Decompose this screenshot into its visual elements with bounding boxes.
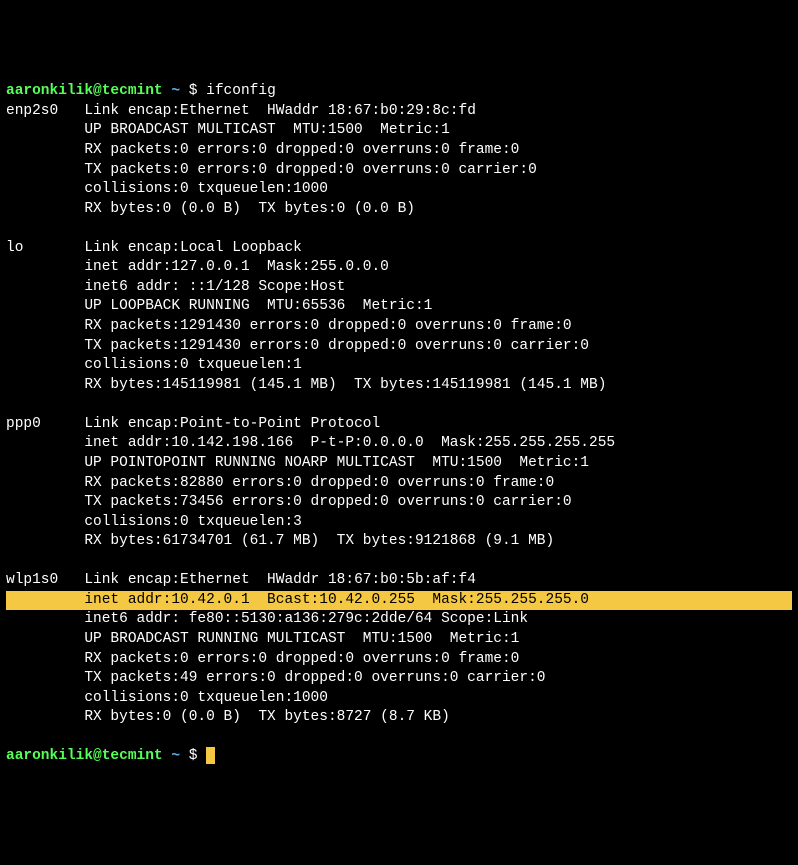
output-line: collisions:0 txqueuelen:3 [6, 513, 792, 533]
output-line: inet addr:127.0.0.1 Mask:255.0.0.0 [6, 258, 792, 278]
output-line: collisions:0 txqueuelen:1 [6, 356, 792, 376]
prompt-path: ~ [171, 748, 180, 764]
prompt-symbol: $ [189, 748, 198, 764]
interface-name: ppp0 [6, 416, 84, 432]
output-line: RX packets:82880 errors:0 dropped:0 over… [6, 474, 792, 494]
highlighted-line: inet addr:10.42.0.1 Bcast:10.42.0.255 Ma… [6, 591, 792, 611]
output-line: TX packets:0 errors:0 dropped:0 overruns… [6, 161, 792, 181]
prompt-path: ~ [171, 83, 180, 99]
cursor-icon [206, 747, 215, 764]
blank-line [6, 728, 792, 748]
prompt-user: aaronkilik@tecmint [6, 748, 163, 764]
blank-line [6, 552, 792, 572]
output-line: UP BROADCAST RUNNING MULTICAST MTU:1500 … [6, 630, 792, 650]
interface-name: enp2s0 [6, 103, 84, 119]
output-line: RX packets:1291430 errors:0 dropped:0 ov… [6, 317, 792, 337]
interface-name: wlp1s0 [6, 572, 84, 588]
output-line: RX bytes:61734701 (61.7 MB) TX bytes:912… [6, 532, 792, 552]
output-line: lo Link encap:Local Loopback [6, 239, 792, 259]
command-line: aaronkilik@tecmint ~ $ ifconfig [6, 82, 792, 102]
prompt-line[interactable]: aaronkilik@tecmint ~ $ [6, 747, 792, 767]
output-line: TX packets:73456 errors:0 dropped:0 over… [6, 493, 792, 513]
output-line: collisions:0 txqueuelen:1000 [6, 180, 792, 200]
output-line: TX packets:1291430 errors:0 dropped:0 ov… [6, 337, 792, 357]
output-line: wlp1s0 Link encap:Ethernet HWaddr 18:67:… [6, 571, 792, 591]
output-line: inet6 addr: ::1/128 Scope:Host [6, 278, 792, 298]
output-line: UP POINTOPOINT RUNNING NOARP MULTICAST M… [6, 454, 792, 474]
command-text: ifconfig [206, 83, 276, 99]
output-line: enp2s0 Link encap:Ethernet HWaddr 18:67:… [6, 102, 792, 122]
interface-name: lo [6, 240, 84, 256]
blank-line [6, 219, 792, 239]
output-line: RX packets:0 errors:0 dropped:0 overruns… [6, 650, 792, 670]
output-line: UP BROADCAST MULTICAST MTU:1500 Metric:1 [6, 121, 792, 141]
blank-line [6, 395, 792, 415]
terminal-output[interactable]: aaronkilik@tecmint ~ $ ifconfigenp2s0 Li… [6, 82, 792, 767]
prompt-user: aaronkilik@tecmint [6, 83, 163, 99]
output-line: UP LOOPBACK RUNNING MTU:65536 Metric:1 [6, 297, 792, 317]
output-line: inet addr:10.142.198.166 P-t-P:0.0.0.0 M… [6, 434, 792, 454]
output-line: RX bytes:0 (0.0 B) TX bytes:8727 (8.7 KB… [6, 708, 792, 728]
output-line: RX packets:0 errors:0 dropped:0 overruns… [6, 141, 792, 161]
output-line: RX bytes:145119981 (145.1 MB) TX bytes:1… [6, 376, 792, 396]
prompt-symbol: $ [189, 83, 198, 99]
output-line: TX packets:49 errors:0 dropped:0 overrun… [6, 669, 792, 689]
output-line: ppp0 Link encap:Point-to-Point Protocol [6, 415, 792, 435]
output-line: collisions:0 txqueuelen:1000 [6, 689, 792, 709]
output-line: inet6 addr: fe80::5130:a136:279c:2dde/64… [6, 610, 792, 630]
output-line: RX bytes:0 (0.0 B) TX bytes:0 (0.0 B) [6, 200, 792, 220]
output-line: inet addr:10.42.0.1 Bcast:10.42.0.255 Ma… [6, 591, 792, 611]
